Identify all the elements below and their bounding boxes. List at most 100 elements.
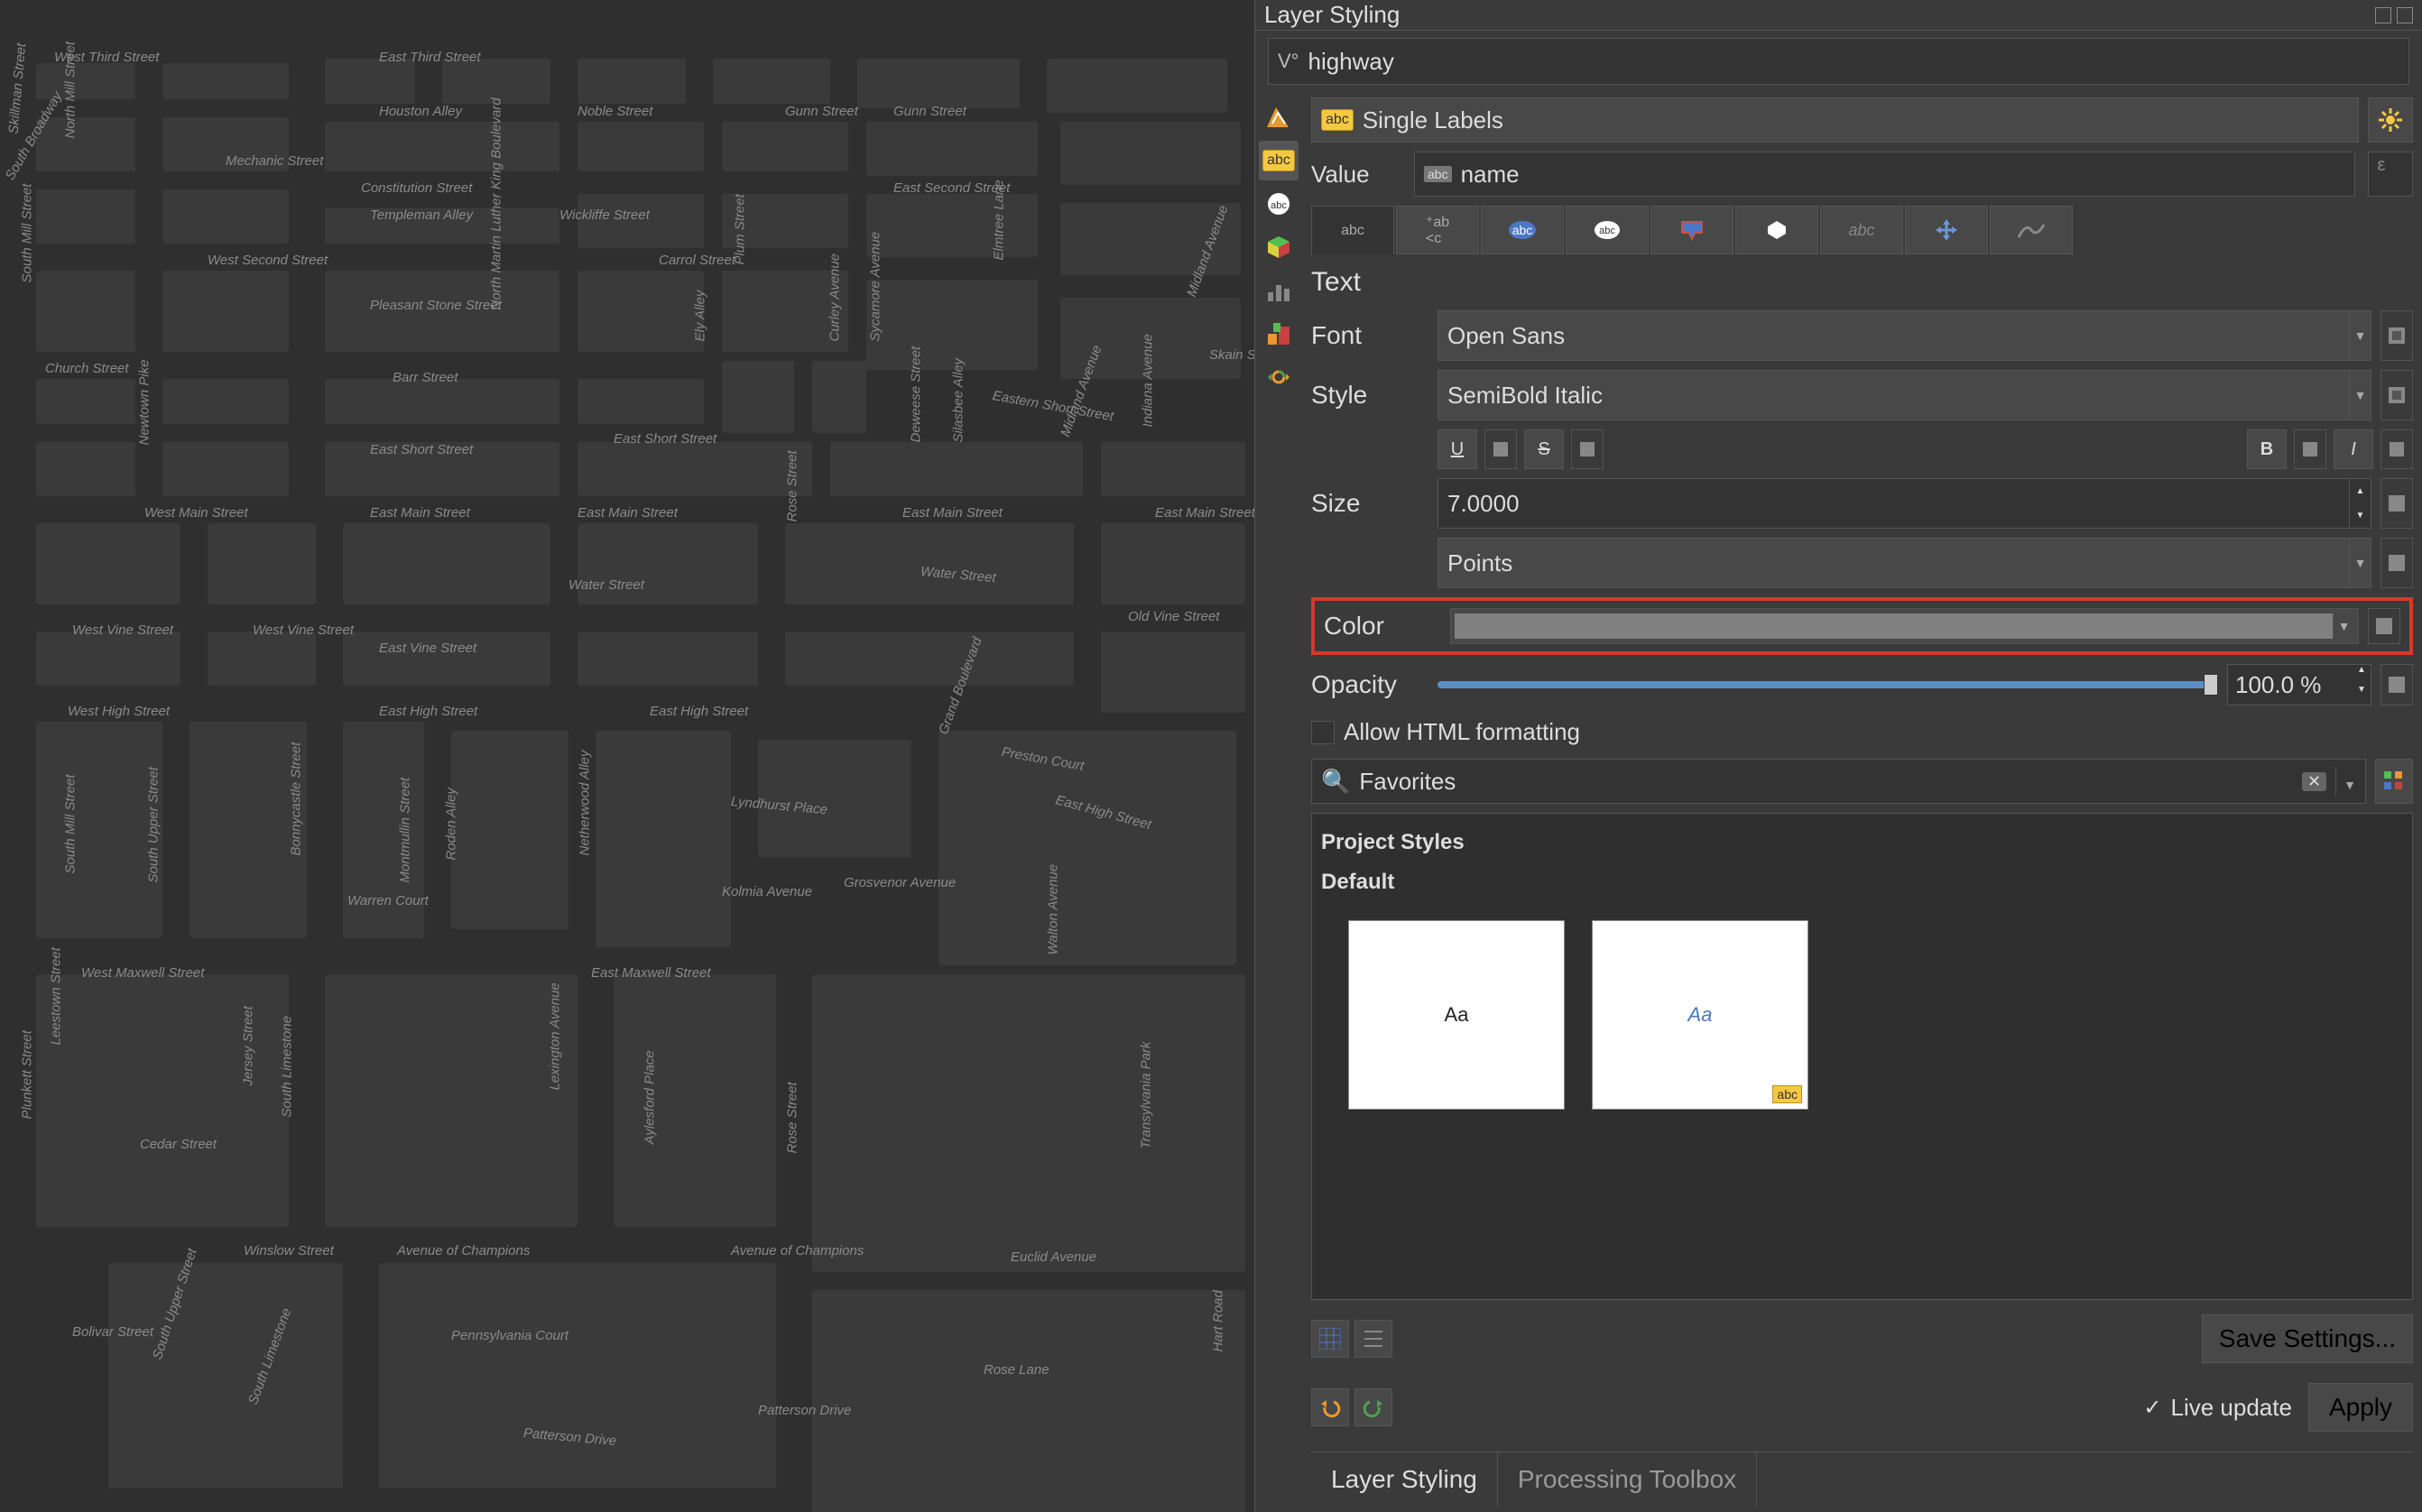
detach-icon[interactable]: [2375, 7, 2391, 23]
underline-dd-button[interactable]: [1484, 429, 1517, 469]
line-layer-icon: V°: [1278, 50, 1299, 73]
street-label: Silasbee Alley: [951, 358, 966, 443]
3d-view-tab[interactable]: [1259, 227, 1299, 267]
opacity-slider[interactable]: [1437, 681, 2218, 688]
abc-icon: abc: [1321, 109, 1354, 131]
symbol-view-button[interactable]: [1311, 1320, 1349, 1358]
opacity-input[interactable]: 100.0 % ▲▼: [2227, 664, 2371, 705]
list-view-button[interactable]: [1354, 1320, 1392, 1358]
text-section-title: Text: [1311, 263, 2413, 301]
close-icon[interactable]: [2397, 7, 2413, 23]
street-label: Cedar Street: [140, 1137, 217, 1152]
diagrams-tab[interactable]: [1259, 271, 1299, 310]
save-settings-button[interactable]: Save Settings...: [2202, 1314, 2413, 1363]
street-label: East Main Street: [370, 505, 470, 521]
value-expression[interactable]: abc name: [1414, 152, 2355, 197]
size-unit-select[interactable]: Points ▼: [1437, 538, 2371, 588]
layer-selector[interactable]: V° highway: [1268, 38, 2409, 85]
street-label: West Vine Street: [72, 622, 173, 638]
expression-builder-button[interactable]: ε: [2368, 152, 2413, 197]
underline-button[interactable]: U: [1437, 429, 1477, 469]
street-label: Water Street: [569, 577, 644, 593]
apply-button[interactable]: Apply: [2308, 1383, 2413, 1432]
street-label: Skillman Street: [6, 42, 30, 134]
background-tab[interactable]: [1650, 206, 1733, 254]
labels-tab[interactable]: abc: [1259, 141, 1299, 180]
color-swatch: [1455, 613, 2333, 639]
buffer-tab[interactable]: abc: [1481, 206, 1564, 254]
label-settings-button[interactable]: [2368, 97, 2413, 143]
italic-button[interactable]: I: [2334, 429, 2373, 469]
favorites-search[interactable]: 🔍 Favorites ✕ ▼: [1311, 759, 2366, 804]
strikeout-dd-button[interactable]: [1571, 429, 1604, 469]
style-preview-2[interactable]: Aa abc: [1592, 920, 1808, 1110]
layer-styling-panel: Layer Styling V° highway abc abc: [1254, 0, 2422, 1512]
street-label: Old Vine Street: [1128, 609, 1219, 624]
abc-badge: abc: [1772, 1085, 1802, 1103]
bottom-tabs: Layer Styling Processing Toolbox: [1311, 1452, 2413, 1507]
strikeout-button[interactable]: S: [1524, 429, 1564, 469]
field-icon: abc: [1424, 166, 1452, 182]
html-formatting-row[interactable]: Allow HTML formatting: [1311, 715, 2413, 750]
street-label: Avenue of Champions: [731, 1243, 864, 1258]
map-canvas[interactable]: West Third StreetEast Third StreetHousto…: [0, 0, 1254, 1512]
style-select[interactable]: SemiBold Italic ▼: [1437, 370, 2371, 420]
street-label: Montmullin Street: [398, 778, 413, 883]
street-label: Curley Avenue: [827, 254, 843, 342]
mask-tab[interactable]: abc: [1566, 206, 1649, 254]
street-label: Pennsylvania Court: [451, 1328, 569, 1343]
street-label: Pleasant Stone Street: [370, 298, 502, 313]
history-tab[interactable]: [1259, 357, 1299, 397]
opacity-label: Opacity: [1311, 670, 1428, 699]
redo-button[interactable]: [1354, 1388, 1392, 1426]
color-picker[interactable]: ▼: [1450, 608, 2359, 644]
street-label: Rose Lane: [984, 1362, 1049, 1378]
text-tab[interactable]: abc: [1311, 206, 1394, 254]
opacity-dd-button[interactable]: [2380, 664, 2413, 705]
html-checkbox[interactable]: [1311, 721, 1335, 744]
rendering-tab[interactable]: [1990, 206, 2073, 254]
default-title: Default: [1321, 862, 2403, 902]
svg-text:abc: abc: [1271, 200, 1287, 211]
check-icon: ✓: [2143, 1395, 2161, 1421]
symbology-tab[interactable]: [1259, 97, 1299, 137]
label-mode-text: Single Labels: [1363, 106, 1503, 134]
street-label: Houston Alley: [379, 104, 462, 119]
font-select[interactable]: Open Sans ▼: [1437, 310, 2371, 361]
placement-tab[interactable]: [1905, 206, 1988, 254]
style-manager-button[interactable]: [2375, 759, 2413, 804]
bold-dd-button[interactable]: [2294, 429, 2326, 469]
size-input[interactable]: 7.0000 ▲▼: [1437, 478, 2371, 529]
project-styles-title: Project Styles: [1321, 823, 2403, 862]
layer-styling-bottom-tab[interactable]: Layer Styling: [1311, 1452, 1498, 1507]
style-preview-1[interactable]: Aa: [1348, 920, 1565, 1110]
live-update-row[interactable]: ✓ Live update: [2143, 1390, 2292, 1425]
street-label: Skain Street: [1209, 347, 1254, 363]
color-dd-button[interactable]: [2368, 608, 2400, 644]
size-unit-dd-button[interactable]: [2380, 538, 2413, 588]
undo-button[interactable]: [1311, 1388, 1349, 1426]
masks-tab[interactable]: abc: [1259, 184, 1299, 224]
street-label: South Mill Street: [20, 183, 35, 282]
slider-thumb[interactable]: [2204, 674, 2218, 696]
street-label: Noble Street: [578, 104, 652, 119]
shadow-tab[interactable]: [1735, 206, 1818, 254]
callout-tab[interactable]: abc: [1820, 206, 1903, 254]
size-unit-value: Points: [1447, 549, 1512, 577]
label-mode-select[interactable]: abc Single Labels: [1311, 97, 2359, 143]
italic-dd-button[interactable]: [2380, 429, 2413, 469]
panel-title: Layer Styling: [1264, 1, 1400, 29]
styles-preview-area: Project Styles Default Aa Aa abc: [1311, 813, 2413, 1300]
street-label: Gunn Street: [785, 104, 858, 119]
processing-toolbox-tab[interactable]: Processing Toolbox: [1498, 1452, 1757, 1507]
font-data-defined-button[interactable]: [2380, 310, 2413, 361]
bold-button[interactable]: B: [2247, 429, 2287, 469]
formatting-tab[interactable]: ⁺ab<c: [1396, 206, 1479, 254]
clear-search-icon[interactable]: ✕: [2302, 772, 2326, 791]
topology-tab[interactable]: [1259, 314, 1299, 354]
layer-name: highway: [1308, 48, 1393, 76]
style-data-defined-button[interactable]: [2380, 370, 2413, 420]
street-label: Rose Street: [785, 450, 800, 521]
street-label: East Short Street: [614, 431, 716, 447]
size-dd-button[interactable]: [2380, 478, 2413, 529]
